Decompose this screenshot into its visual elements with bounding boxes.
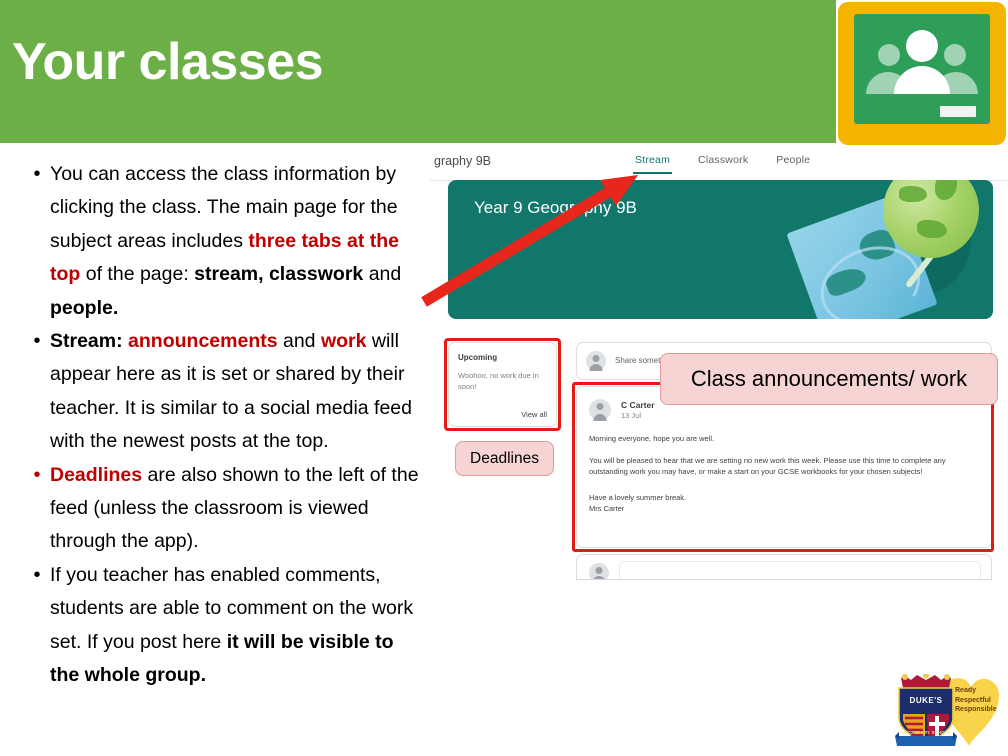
slide-title-banner: Your classes [0, 0, 836, 143]
globe-landmass-shape [935, 180, 957, 200]
bullet-text: Deadlines are also shown to the left of … [50, 459, 428, 559]
bullet-item: • If you teacher has enabled comments, st… [24, 559, 428, 693]
page-title: Your classes [12, 33, 324, 91]
bullet-marker: • [33, 563, 41, 586]
bullet-segment: stream, classwork [194, 263, 364, 286]
bullet-segment: and [277, 330, 321, 353]
bullet-segment: Deadlines [50, 463, 143, 486]
class-hero-title: Year 9 Geography 9B [474, 198, 637, 217]
globe-landmass-shape [899, 186, 927, 202]
globe-landmass-shape [917, 220, 947, 238]
avatar [586, 351, 606, 371]
bullet-segment: of the page: [80, 263, 195, 286]
school-values-text: Ready Respectful Responsible [955, 687, 997, 713]
avatar-head-shape [592, 355, 600, 362]
highlight-box-deadlines [444, 338, 561, 431]
bullet-list: • You can access the class information by… [24, 158, 428, 693]
bullet-marker: • [33, 463, 41, 486]
avatar-head-shape [595, 567, 603, 574]
google-classroom-logo-icon [838, 2, 1006, 145]
bullet-segment: announcements [128, 330, 278, 353]
chalk-tray-shape [940, 106, 976, 117]
bullet-text: If you teacher has enabled comments, stu… [50, 559, 428, 693]
bullet-item: • Deadlines are also shown to the left of… [24, 459, 428, 559]
bullet-segment: and [363, 263, 402, 286]
tab-classwork[interactable]: Classwork [696, 152, 750, 174]
shield-icon [893, 672, 959, 750]
bullet-item: • You can access the class information by… [24, 158, 428, 325]
tab-people[interactable]: People [774, 152, 812, 174]
avatar-body-shape [592, 576, 606, 579]
avatar [589, 563, 609, 579]
callout-deadlines: Deadlines [455, 441, 554, 476]
comment-input-box[interactable] [619, 561, 981, 579]
person-center-head-shape [906, 30, 938, 62]
chalkboard-shape [854, 14, 990, 124]
class-hero-banner: Year 9 Geography 9B [448, 180, 993, 319]
share-input-placeholder: Share somet [615, 356, 661, 365]
person-right-head-shape [944, 44, 966, 66]
tab-stream[interactable]: Stream [633, 152, 673, 174]
announcement-post-partial [576, 554, 992, 580]
person-center-body-shape [894, 66, 950, 94]
school-crest-logo: Ready Respectful Responsible DUKE'S SECO… [893, 668, 1005, 754]
bullet-segment: people. [50, 296, 119, 319]
bullet-marker: • [33, 330, 41, 353]
bullet-text: You can access the class information by … [50, 158, 428, 325]
bullet-segment: Stream: [50, 330, 123, 353]
bullet-item: • Stream: announcements and work will app… [24, 325, 428, 459]
classroom-tab-bar: Stream Classwork People [633, 152, 812, 174]
classroom-header-title: graphy 9B [434, 154, 491, 168]
bullet-marker: • [33, 163, 41, 185]
school-banner-text: SECONDARY SCHOOL [900, 730, 952, 735]
highlight-box-announcements [572, 382, 994, 552]
person-left-head-shape [878, 44, 900, 66]
avatar-body-shape [589, 364, 603, 371]
bullet-text: Stream: announcements and work will appe… [50, 325, 428, 459]
bullet-segment: work [320, 330, 367, 353]
school-name-text: DUKE'S [909, 696, 943, 705]
callout-class-announcements: Class announcements/ work [660, 353, 998, 405]
classroom-top-bar: graphy 9B Stream Classwork People [430, 146, 1008, 181]
